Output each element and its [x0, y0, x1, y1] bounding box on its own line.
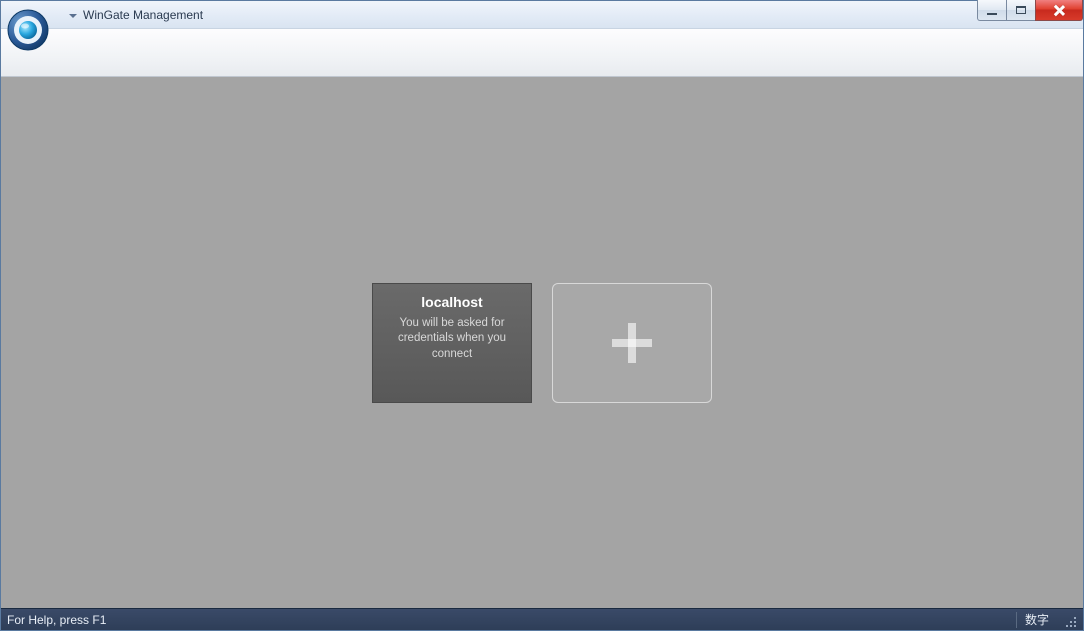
- add-connection-tile[interactable]: [552, 283, 712, 403]
- close-button[interactable]: [1035, 0, 1083, 21]
- connection-tile-localhost[interactable]: localhost You will be asked for credenti…: [372, 283, 532, 403]
- maximize-icon: [1016, 6, 1026, 14]
- statusbar: For Help, press F1 数字: [1, 608, 1083, 630]
- connection-tile-description: You will be asked for credentials when y…: [383, 316, 521, 363]
- window-controls: [978, 0, 1083, 21]
- status-indicator: 数字: [1016, 612, 1057, 628]
- maximize-button[interactable]: [1006, 0, 1036, 21]
- plus-icon: [612, 323, 652, 363]
- status-help-text: For Help, press F1: [7, 613, 1016, 627]
- window-title: WinGate Management: [83, 8, 203, 22]
- main-content: localhost You will be asked for credenti…: [1, 77, 1083, 608]
- title-dropdown-icon[interactable]: [69, 14, 77, 18]
- app-logo-icon[interactable]: [7, 9, 49, 51]
- connection-tile-title: localhost: [383, 294, 521, 310]
- resize-grip[interactable]: [1061, 612, 1077, 628]
- minimize-icon: [987, 12, 997, 15]
- app-window: WinGate Management: [0, 0, 1084, 631]
- titlebar[interactable]: WinGate Management: [1, 1, 1083, 29]
- minimize-button[interactable]: [977, 0, 1007, 21]
- close-icon: [1053, 5, 1065, 15]
- toolbar: [1, 29, 1083, 77]
